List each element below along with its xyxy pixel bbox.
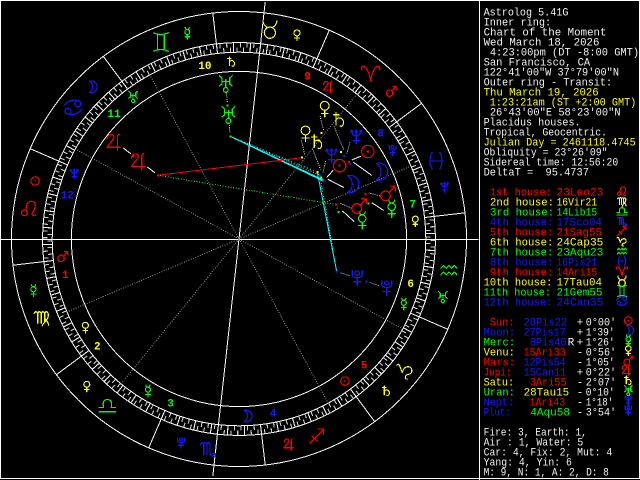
svg-text:Plut:: Plut:	[484, 408, 511, 420]
svg-text:10: 10	[198, 61, 211, 73]
svg-text:11: 11	[107, 109, 121, 121]
svg-text:M: 9, N: 1, A: 2, D: 8: M: 9, N: 1, A: 2, D: 8	[484, 468, 609, 480]
svg-text:4: 4	[270, 409, 277, 421]
svg-text:-: -	[577, 408, 584, 420]
svg-text:8: 8	[377, 128, 384, 140]
svg-text:2: 2	[94, 341, 101, 353]
svg-text:3: 3	[167, 398, 174, 410]
svg-text:R: R	[568, 338, 575, 350]
svg-text:12: 12	[61, 191, 74, 203]
svg-text:12th house:: 12th house:	[484, 298, 553, 310]
svg-text:7: 7	[409, 200, 416, 212]
svg-text:5: 5	[361, 360, 368, 372]
svg-text:9: 9	[304, 71, 311, 83]
svg-text:6: 6	[407, 279, 414, 291]
svg-text:4Aqu58: 4Aqu58	[524, 408, 570, 420]
svg-text:3°54': 3°54'	[586, 408, 616, 420]
svg-text:24Can35: 24Can35	[557, 298, 604, 310]
svg-text:1: 1	[62, 270, 69, 282]
svg-text:DeltaT = 95.4737: DeltaT = 95.4737	[484, 168, 589, 180]
